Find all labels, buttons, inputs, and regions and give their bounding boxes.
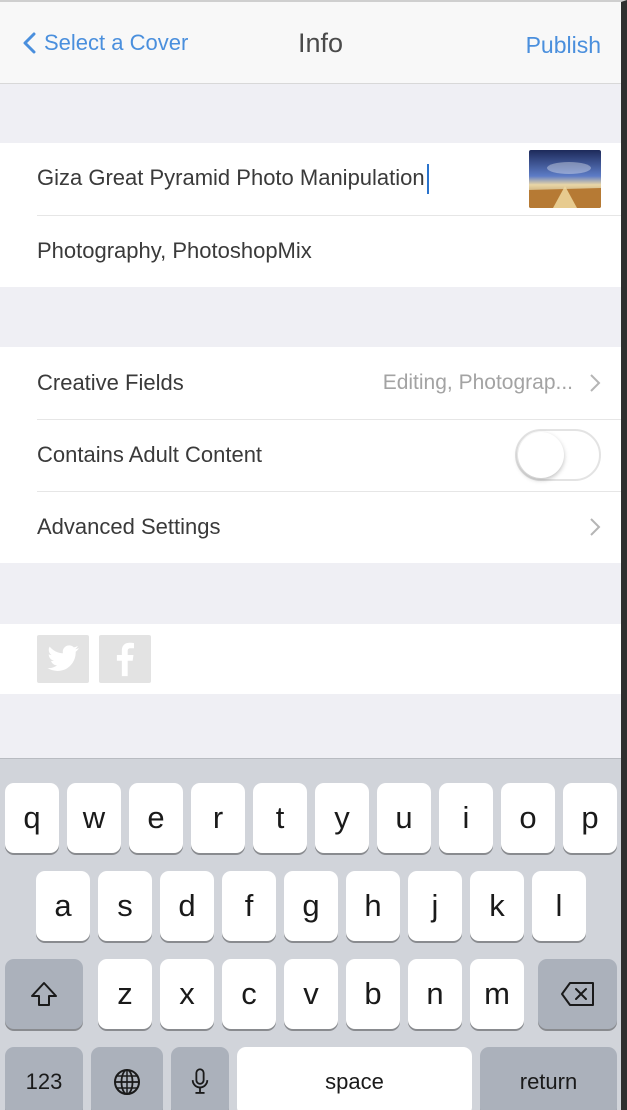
facebook-icon <box>116 642 134 677</box>
microphone-icon <box>191 1068 209 1094</box>
key-l[interactable]: l <box>532 871 586 941</box>
publish-button[interactable]: Publish <box>526 32 601 59</box>
cover-thumbnail[interactable] <box>529 150 601 208</box>
chevron-right-icon <box>590 374 601 392</box>
creative-fields-value: Editing, Photograp... <box>382 371 573 394</box>
key-h[interactable]: h <box>346 871 400 941</box>
key-x[interactable]: x <box>160 959 214 1029</box>
key-d[interactable]: d <box>160 871 214 941</box>
screen: Select a Cover Info Publish Giza Great P… <box>0 0 627 1110</box>
key-n[interactable]: n <box>408 959 462 1029</box>
key-q[interactable]: q <box>5 783 59 853</box>
social-share-row <box>0 624 621 694</box>
key-i[interactable]: i <box>439 783 493 853</box>
key-c[interactable]: c <box>222 959 276 1029</box>
numbers-key[interactable]: 123 <box>5 1047 83 1110</box>
on-screen-keyboard: q w e r t y u i o p a s d f g h j k l z … <box>0 758 621 1110</box>
social-share-group <box>0 624 621 694</box>
creative-fields-row[interactable]: Creative Fields Editing, Photograp... <box>0 347 621 419</box>
space-key[interactable]: space <box>237 1047 472 1110</box>
key-v[interactable]: v <box>284 959 338 1029</box>
key-a[interactable]: a <box>36 871 90 941</box>
project-title-value: Giza Great Pyramid Photo Manipulation <box>37 164 425 190</box>
twitter-share-button[interactable] <box>37 635 89 683</box>
key-t[interactable]: t <box>253 783 307 853</box>
key-o[interactable]: o <box>501 783 555 853</box>
advanced-settings-value-wrap <box>573 517 601 537</box>
key-g[interactable]: g <box>284 871 338 941</box>
adult-content-label: Contains Adult Content <box>37 442 263 467</box>
cover-thumbnail-image <box>529 150 601 208</box>
twitter-icon <box>47 645 79 671</box>
key-u[interactable]: u <box>377 783 431 853</box>
backspace-icon <box>560 982 594 1006</box>
project-title-row: Giza Great Pyramid Photo Manipulation <box>0 143 621 215</box>
project-tags-value: Photography, PhotoshopMix <box>37 238 312 263</box>
key-s[interactable]: s <box>98 871 152 941</box>
key-z[interactable]: z <box>98 959 152 1029</box>
return-key[interactable]: return <box>480 1047 617 1110</box>
advanced-settings-row[interactable]: Advanced Settings <box>0 491 621 563</box>
toggle-knob <box>518 432 564 478</box>
shift-icon <box>31 982 57 1006</box>
globe-icon <box>114 1069 140 1095</box>
settings-group: Creative Fields Editing, Photograp... Co… <box>0 347 621 563</box>
key-f[interactable]: f <box>222 871 276 941</box>
facebook-share-button[interactable] <box>99 635 151 683</box>
text-cursor <box>426 164 429 194</box>
key-p[interactable]: p <box>563 783 617 853</box>
key-b[interactable]: b <box>346 959 400 1029</box>
key-e[interactable]: e <box>129 783 183 853</box>
project-tags-row[interactable]: Photography, PhotoshopMix <box>0 215 621 287</box>
creative-fields-label: Creative Fields <box>37 370 184 395</box>
navigation-bar: Select a Cover Info Publish <box>0 2 621 84</box>
dictation-key[interactable] <box>171 1047 229 1110</box>
key-r[interactable]: r <box>191 783 245 853</box>
creative-fields-value-wrap: Editing, Photograp... <box>383 371 601 395</box>
key-m[interactable]: m <box>470 959 524 1029</box>
delete-key[interactable] <box>538 959 617 1029</box>
chevron-right-icon <box>590 518 601 536</box>
key-k[interactable]: k <box>470 871 524 941</box>
key-j[interactable]: j <box>408 871 462 941</box>
adult-content-toggle[interactable] <box>515 429 601 481</box>
advanced-settings-label: Advanced Settings <box>37 514 221 539</box>
key-w[interactable]: w <box>67 783 121 853</box>
adult-content-row: Contains Adult Content <box>0 419 621 491</box>
globe-key[interactable] <box>91 1047 163 1110</box>
shift-key[interactable] <box>5 959 83 1029</box>
key-y[interactable]: y <box>315 783 369 853</box>
project-info-group: Giza Great Pyramid Photo Manipulation Ph… <box>0 143 621 287</box>
project-title-input[interactable]: Giza Great Pyramid Photo Manipulation <box>37 164 429 194</box>
